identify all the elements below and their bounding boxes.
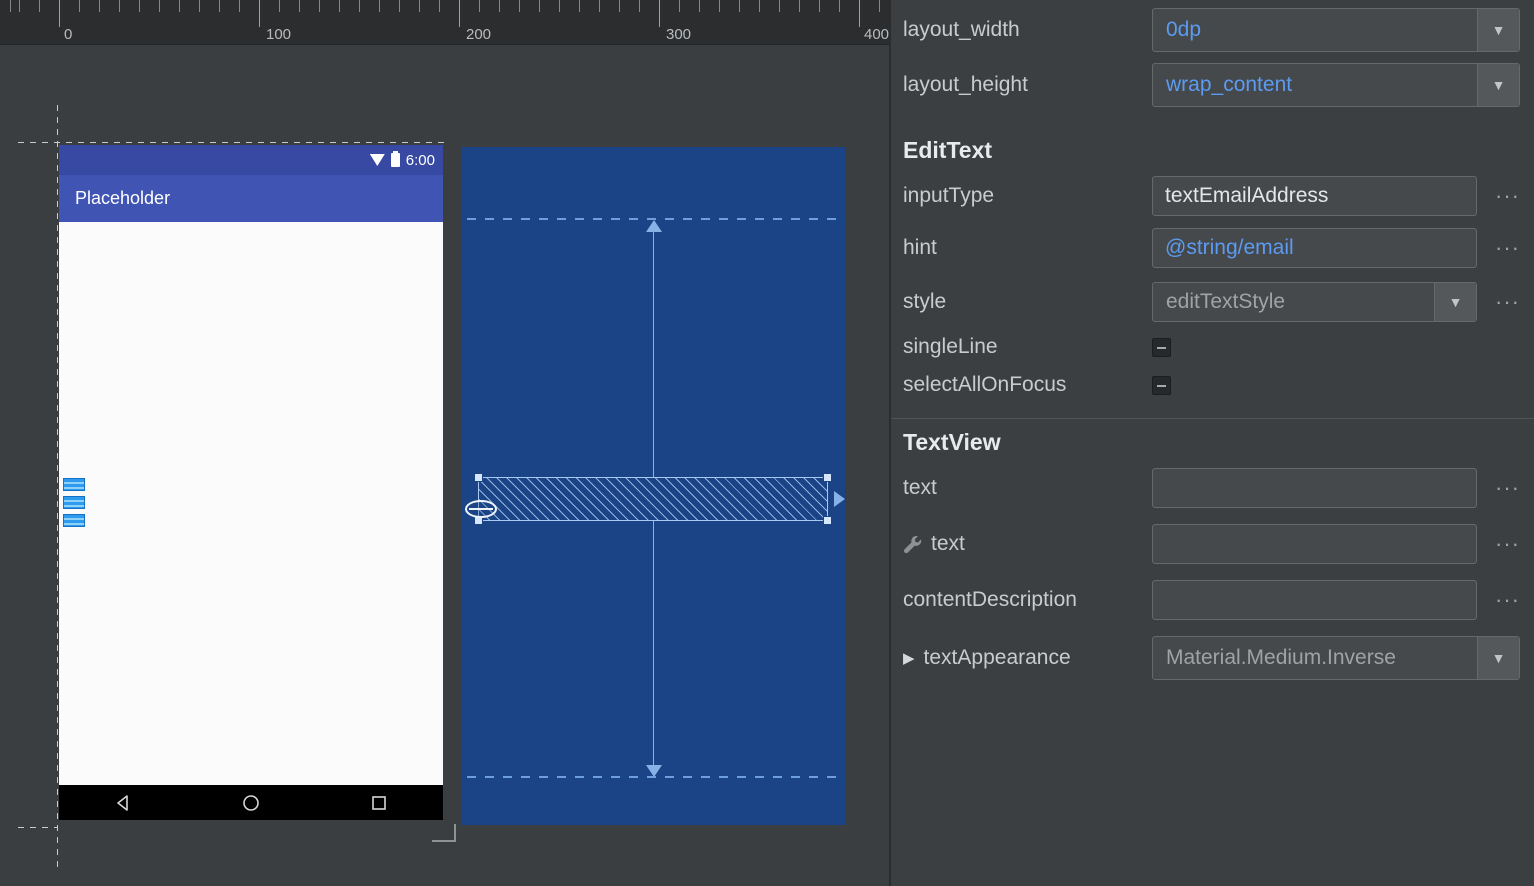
ruler-label: 400 — [864, 26, 890, 43]
resize-handle[interactable] — [823, 473, 832, 482]
textappearance-value: Material.Medium.Inverse — [1166, 646, 1396, 669]
textappearance-label: ▶ textAppearance — [903, 646, 1071, 669]
ruler-label: 300 — [666, 26, 692, 43]
hint-more-button[interactable]: ··· — [1495, 237, 1520, 259]
singleline-label: singleLine — [903, 335, 998, 358]
indeterminate-mark — [1157, 384, 1166, 387]
hint-value: @string/email — [1165, 236, 1294, 259]
edittext-section-header: EditText — [903, 137, 993, 163]
design-surface[interactable]: 0 100 200 300 400 6:00 Placeholder — [0, 0, 889, 886]
resize-corner-handle[interactable] — [432, 824, 456, 842]
selectallonfocus-checkbox[interactable] — [1152, 375, 1171, 395]
ruler-major-tick — [59, 0, 60, 27]
inputtype-value: textEmailAddress — [1165, 184, 1329, 207]
left-guide-line — [57, 105, 58, 870]
device-content[interactable] — [59, 222, 443, 785]
contentdescription-field[interactable] — [1152, 580, 1477, 620]
android-studio-layout-editor: 0 100 200 300 400 6:00 Placeholder layou… — [0, 0, 1534, 886]
horizontal-ruler: 0 100 200 300 400 — [0, 0, 889, 45]
ruler-label: 0 — [64, 26, 73, 43]
constraint-arrow-up-icon — [646, 220, 662, 232]
wifi-icon — [369, 154, 385, 166]
text-field[interactable] — [1152, 468, 1477, 508]
resize-handle[interactable] — [474, 473, 483, 482]
style-label: style — [903, 290, 947, 313]
ruler-major-tick — [859, 0, 860, 27]
nav-recents-icon — [372, 795, 386, 810]
indeterminate-mark — [1157, 346, 1166, 349]
bottom-guide-line — [18, 827, 58, 828]
style-more-button[interactable]: ··· — [1495, 291, 1520, 313]
chevron-down-icon[interactable]: ▼ — [1477, 637, 1519, 679]
inputtype-more-button[interactable]: ··· — [1495, 185, 1520, 207]
top-guide-line — [18, 142, 444, 143]
device-status-bar: 6:00 — [59, 145, 443, 175]
text-label: text — [903, 476, 937, 499]
chevron-down-icon[interactable]: ▼ — [1477, 9, 1519, 51]
ruler-major-tick — [459, 0, 460, 27]
singleline-checkbox[interactable] — [1152, 337, 1171, 357]
app-bar-title: Placeholder — [75, 188, 171, 208]
properties-panel: layout_width 0dp ▼ layout_height wrap_co… — [891, 0, 1534, 886]
ruler-label: 100 — [266, 26, 292, 43]
selected-edittext-handle[interactable] — [63, 496, 85, 509]
edittext-blueprint[interactable] — [465, 473, 845, 525]
textview-section-header: TextView — [903, 429, 1001, 455]
ruler-major-tick — [659, 0, 660, 27]
inputtype-field[interactable]: textEmailAddress — [1152, 176, 1477, 216]
constraint-arrow-down-icon — [646, 765, 662, 777]
blueprint-preview[interactable] — [462, 147, 845, 825]
hint-label: hint — [903, 236, 937, 259]
chevron-down-icon[interactable]: ▼ — [1434, 283, 1476, 321]
device-nav-bar — [59, 785, 443, 820]
expander-icon[interactable]: ▶ — [903, 649, 915, 667]
layout-width-combo[interactable]: 0dp ▼ — [1152, 8, 1520, 52]
battery-icon — [390, 151, 400, 167]
constraint-arrow-right-icon — [834, 491, 845, 507]
section-divider — [891, 418, 1534, 419]
ruler-ticks — [0, 0, 889, 12]
tools-text-more-button[interactable]: ··· — [1495, 533, 1520, 555]
ruler-label: 200 — [466, 26, 492, 43]
tools-text-field[interactable] — [1152, 524, 1477, 564]
style-combo[interactable]: editTextStyle ▼ — [1152, 282, 1477, 322]
chevron-down-icon[interactable]: ▼ — [1477, 64, 1519, 106]
contentdescription-more-button[interactable]: ··· — [1495, 589, 1520, 611]
layout-height-label: layout_height — [903, 73, 1028, 96]
constraint-line-top — [653, 229, 654, 477]
layout-height-combo[interactable]: wrap_content ▼ — [1152, 63, 1520, 107]
textappearance-combo[interactable]: Material.Medium.Inverse ▼ — [1152, 636, 1520, 680]
hint-field[interactable]: @string/email — [1152, 228, 1477, 268]
baseline-anchor[interactable] — [465, 500, 497, 518]
layout-height-value: wrap_content — [1166, 73, 1293, 96]
inputtype-label: inputType — [903, 184, 995, 207]
text-more-button[interactable]: ··· — [1495, 477, 1520, 499]
status-time: 6:00 — [405, 151, 435, 169]
nav-home-icon — [243, 794, 259, 811]
resize-handle[interactable] — [823, 516, 832, 525]
selectallonfocus-label: selectAllOnFocus — [903, 373, 1067, 396]
tools-text-label: text — [903, 532, 1152, 556]
style-value: editTextStyle — [1166, 290, 1286, 313]
constraint-line-bottom — [653, 521, 654, 767]
contentdescription-label: contentDescription — [903, 588, 1077, 611]
selected-edittext-handle[interactable] — [63, 478, 85, 491]
nav-back-icon — [117, 794, 128, 811]
ruler-major-tick — [259, 0, 260, 27]
device-preview[interactable]: 6:00 Placeholder — [59, 145, 443, 820]
layout-width-label: layout_width — [903, 18, 1020, 41]
layout-width-value: 0dp — [1166, 18, 1202, 41]
selected-edittext-handle[interactable] — [63, 514, 85, 527]
app-bar: Placeholder — [59, 175, 443, 222]
wrench-icon — [903, 535, 922, 553]
